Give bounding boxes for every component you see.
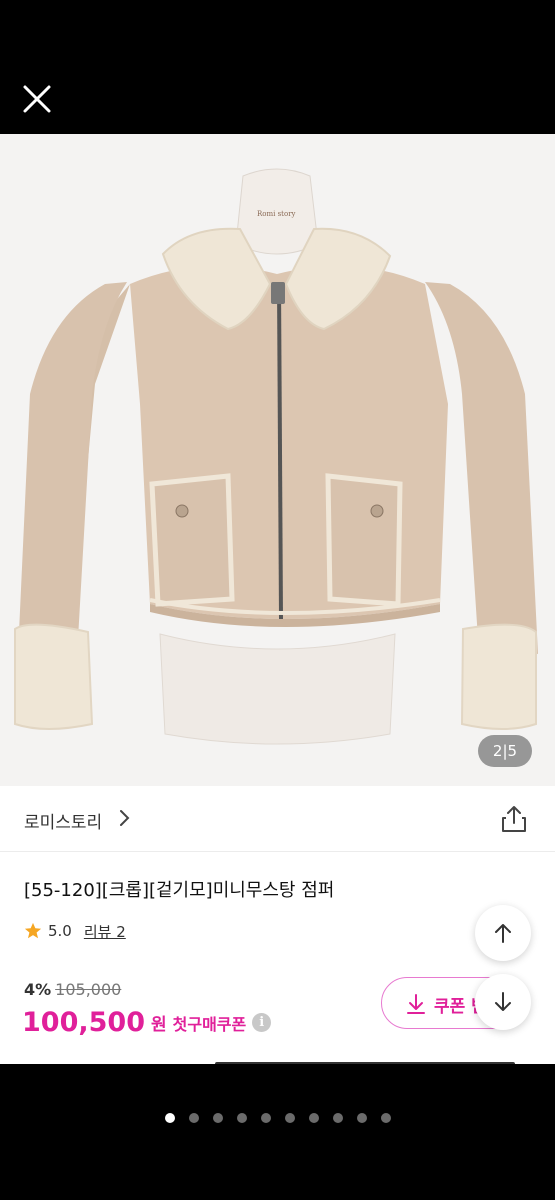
page-dot[interactable]: [332, 1113, 343, 1123]
original-price: 105,000: [55, 980, 122, 999]
page-dot[interactable]: [380, 1113, 391, 1123]
arrow-up-icon: [495, 924, 511, 943]
page-dot[interactable]: [212, 1113, 223, 1123]
product-image[interactable]: Romi story 2|5: [0, 134, 555, 786]
share-icon[interactable]: [501, 805, 527, 833]
viewer-top-bar: [0, 0, 555, 134]
sale-price: 100,500: [22, 1007, 145, 1038]
first-purchase-coupon-label: 첫구매쿠폰: [172, 1014, 247, 1034]
page-dot[interactable]: [260, 1113, 271, 1123]
mannequin-label: Romi story: [257, 210, 296, 218]
discount-row: 4% 105,000: [24, 980, 121, 999]
jacket-photo: Romi story: [14, 168, 538, 745]
close-icon: [23, 85, 51, 113]
currency-label: 원: [150, 1015, 167, 1035]
page-indicator: [0, 1110, 555, 1126]
screenshot-content: Romi story 2|5 로미스토리 [55-120][크롭][겉기모]미니…: [0, 134, 555, 1064]
arrow-down-icon: [495, 992, 511, 1011]
info-icon[interactable]: i: [252, 1013, 272, 1032]
rating-row: 5.0 리뷰 2: [24, 920, 126, 942]
star-icon: [24, 922, 42, 939]
discount-percent: 4%: [24, 980, 52, 999]
chevron-right-icon: [120, 810, 130, 826]
page-dot[interactable]: [284, 1113, 295, 1123]
brand-row[interactable]: 로미스토리: [0, 786, 555, 852]
bottom-bar-edge: [215, 1062, 515, 1064]
review-link[interactable]: 리뷰 2: [84, 921, 126, 942]
download-icon: [407, 994, 425, 1014]
image-counter: 2|5: [478, 735, 532, 767]
page-dot[interactable]: [188, 1113, 199, 1123]
page-dot[interactable]: [236, 1113, 247, 1123]
page-dot[interactable]: [164, 1113, 175, 1123]
rating-value: 5.0: [48, 922, 72, 940]
product-title: [55-120][크롭][겉기모]미니무스탕 점퍼: [24, 880, 335, 901]
scroll-down-button[interactable]: [475, 974, 531, 1030]
price-row: 100,500 원 첫구매쿠폰 i: [22, 1007, 272, 1038]
close-button[interactable]: [18, 80, 56, 118]
brand-name[interactable]: 로미스토리: [24, 808, 102, 833]
page-dot[interactable]: [308, 1113, 319, 1123]
scroll-top-button[interactable]: [475, 905, 531, 961]
page-dot[interactable]: [356, 1113, 367, 1123]
